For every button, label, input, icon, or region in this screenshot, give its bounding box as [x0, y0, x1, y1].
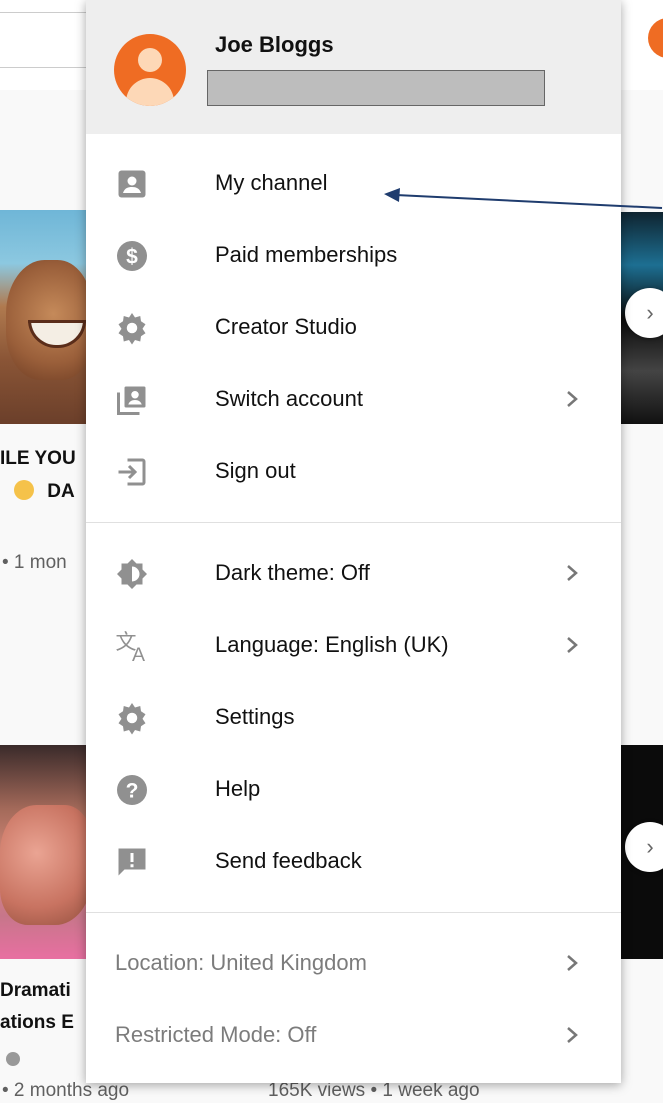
account-menu: Joe Bloggs My channel $ Paid memberships… — [86, 0, 621, 1083]
video-title-line[interactable]: DA — [14, 480, 75, 503]
svg-text:$: $ — [126, 246, 138, 269]
account-box-icon — [118, 170, 146, 198]
menu-item-language[interactable]: 文A Language: English (UK) — [86, 610, 621, 682]
annotation-arrow — [384, 188, 663, 209]
video-title[interactable]: ILE YOU — [0, 448, 76, 470]
help-icon: ? — [117, 775, 147, 805]
chevron-right-icon — [567, 391, 578, 407]
page: ILE YOU DA • 1 mon Dramati ations E • 2 … — [0, 0, 663, 1103]
menu-item-label: Switch account — [215, 386, 363, 411]
menu-item-settings[interactable]: Settings — [86, 682, 621, 754]
dark-theme-icon — [117, 559, 147, 589]
verified-icon — [6, 1052, 20, 1066]
video-meta: 165K views • 1 week ago — [268, 1080, 480, 1101]
video-title-line[interactable]: ations E — [0, 1012, 74, 1034]
chevron-right-icon — [567, 565, 578, 581]
search-input[interactable] — [0, 12, 93, 68]
chevron-right-icon — [567, 1027, 578, 1043]
video-thumbnail[interactable] — [0, 745, 92, 959]
menu-item-label: Location: United Kingdom — [115, 950, 367, 975]
translate-icon: 文A — [116, 630, 146, 664]
menu-divider — [86, 912, 621, 913]
gear-icon — [118, 313, 146, 345]
svg-text:A: A — [132, 644, 145, 664]
menu-item-label: Send feedback — [215, 848, 362, 873]
menu-item-label: Creator Studio — [215, 314, 357, 339]
feedback-icon — [118, 848, 146, 876]
menu-item-sign-out[interactable]: Sign out — [86, 436, 621, 508]
menu-item-label: Restricted Mode: Off — [115, 1022, 317, 1047]
menu-item-dark-theme[interactable]: Dark theme: Off — [86, 538, 621, 610]
exit-icon — [118, 458, 146, 486]
menu-item-location[interactable]: Location: United Kingdom — [86, 928, 621, 1000]
video-meta: • 2 months ago — [2, 1080, 130, 1101]
menu-item-label: Settings — [215, 704, 295, 729]
emoji-icon — [14, 480, 34, 500]
video-title[interactable]: Dramati — [0, 980, 71, 1002]
menu-divider — [86, 522, 621, 523]
svg-text:?: ? — [126, 780, 139, 803]
menu-item-label: Paid memberships — [215, 242, 398, 267]
menu-item-paid-memberships[interactable]: $ Paid memberships — [86, 220, 621, 292]
menu-item-switch-account[interactable]: Switch account — [86, 364, 621, 436]
chevron-right-icon — [567, 955, 578, 971]
menu-item-label: Help — [215, 776, 261, 801]
account-name: Joe Bloggs — [215, 32, 334, 57]
video-thumbnail[interactable] — [0, 210, 92, 424]
menu-item-restricted-mode[interactable]: Restricted Mode: Off — [86, 1000, 621, 1072]
menu-item-label: My channel — [215, 170, 328, 195]
menu-item-creator-studio[interactable]: Creator Studio — [86, 292, 621, 364]
chevron-right-icon — [567, 637, 578, 653]
menu-item-label: Language: English (UK) — [215, 632, 449, 657]
video-meta: • 1 mon — [2, 552, 67, 573]
menu-item-help[interactable]: ? Help — [86, 754, 621, 826]
account-header: Joe Bloggs — [86, 0, 621, 134]
settings-icon — [118, 703, 146, 735]
email-redacted-box — [207, 70, 545, 106]
menu-item-send-feedback[interactable]: Send feedback — [86, 826, 621, 898]
dollar-circle-icon: $ — [117, 241, 147, 271]
switch-account-icon — [117, 386, 146, 415]
avatar[interactable] — [114, 34, 186, 106]
menu-item-label: Dark theme: Off — [215, 560, 370, 585]
menu-item-label: Sign out — [215, 458, 296, 483]
